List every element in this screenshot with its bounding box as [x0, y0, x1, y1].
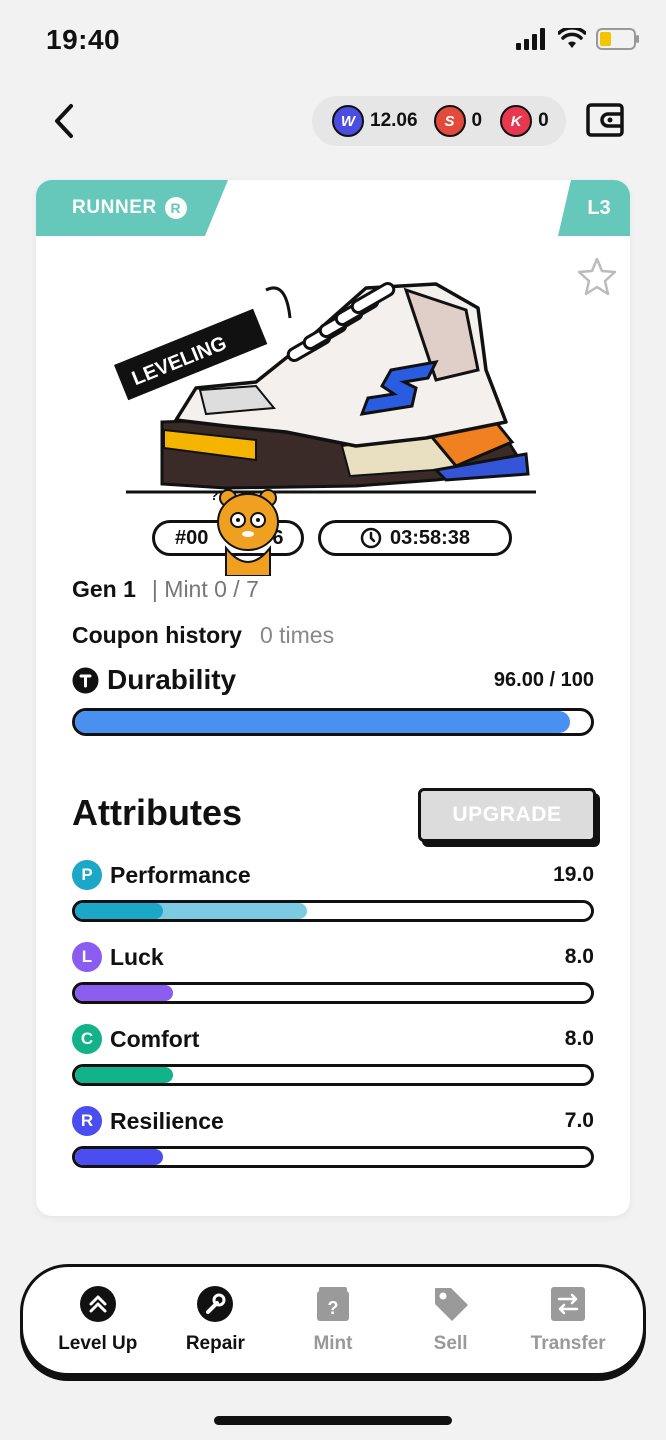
status-bar: 19:40	[0, 0, 666, 80]
durability-icon	[72, 667, 99, 693]
luck-label: Luck	[110, 943, 164, 970]
luck-badge-icon: L	[72, 942, 102, 972]
performance-label: Performance	[110, 861, 251, 888]
wallet-icon	[586, 103, 624, 137]
durability-value: 96.00 / 100	[493, 668, 594, 691]
mint-count: | Mint 0 / 7	[151, 576, 259, 602]
resilience-label: Resilience	[110, 1107, 224, 1134]
token-balance-pill[interactable]: W 12.06 S 0 K 0	[312, 96, 566, 146]
svg-text:?: ?	[210, 487, 219, 503]
comfort-value: 8.0	[564, 1027, 594, 1050]
back-button[interactable]	[44, 98, 84, 144]
attribute-row-comfort: C Comfort 8.0	[72, 1024, 594, 1054]
token-kgt: K 0	[500, 105, 549, 137]
transfer-button[interactable]: Transfer	[513, 1285, 623, 1355]
comfort-bar-fill	[75, 1067, 174, 1083]
mint-button[interactable]: ? Mint	[278, 1285, 388, 1355]
gen-mint-row: Gen 1 | Mint 0 / 7	[72, 576, 259, 603]
token-gmt: W 12.06	[332, 105, 418, 137]
transfer-label: Transfer	[530, 1333, 606, 1354]
wifi-icon	[558, 28, 586, 48]
repair-label: Repair	[185, 1333, 245, 1354]
cooldown-timer-pill: 03:58:38	[318, 520, 512, 556]
k-coin-icon: K	[500, 105, 533, 137]
sneaker-type-tag: RUNNER R	[36, 180, 228, 236]
resilience-value: 7.0	[564, 1109, 594, 1132]
level-up-icon	[79, 1286, 116, 1322]
coupon-history-row: Coupon history 0 times	[72, 622, 334, 649]
wrench-icon	[197, 1286, 234, 1322]
mascot-bear-image: ?	[210, 487, 279, 576]
performance-badge-icon: P	[72, 860, 102, 890]
tag-icon	[434, 1288, 468, 1321]
star-icon	[577, 257, 617, 296]
level-tag: L3	[558, 180, 630, 236]
action-bar: Level Up Repair ? Mint Sell Transfer	[20, 1264, 646, 1376]
svg-text:?: ?	[327, 1298, 338, 1318]
level-up-label: Level Up	[58, 1333, 138, 1354]
token-gmt-value: 12.06	[370, 110, 418, 131]
sneaker-type-label: RUNNER	[72, 197, 157, 218]
mint-label: Mint	[313, 1333, 353, 1354]
performance-bar	[72, 900, 594, 922]
coupon-history-value: 0 times	[259, 622, 335, 648]
rarity-badge: R	[164, 197, 187, 219]
resilience-bar	[72, 1146, 594, 1168]
attributes-title: Attributes	[72, 792, 242, 833]
comfort-bar	[72, 1064, 594, 1086]
durability-bar	[72, 708, 594, 736]
favorite-button[interactable]	[576, 256, 618, 296]
attribute-row-performance: P Performance 19.0	[72, 860, 594, 890]
token-sgt: S 0	[433, 105, 483, 137]
token-sgt-value: 0	[471, 110, 483, 131]
chevron-left-icon	[55, 104, 73, 138]
transfer-icon	[551, 1287, 586, 1321]
status-icons	[516, 28, 640, 50]
sneaker-id: #00	[175, 526, 209, 549]
durability-bar-fill	[75, 711, 571, 733]
gen-label: Gen 1	[72, 576, 136, 602]
resilience-badge-icon: R	[72, 1106, 102, 1136]
comfort-badge-icon: C	[72, 1024, 102, 1054]
token-kgt-value: 0	[538, 110, 549, 131]
durability-label: Durability	[107, 664, 237, 695]
comfort-label: Comfort	[110, 1025, 200, 1052]
luck-value: 8.0	[564, 945, 594, 968]
performance-bar-fill	[75, 903, 163, 919]
status-time: 19:40	[46, 24, 121, 55]
sell-button[interactable]: Sell	[396, 1285, 506, 1355]
level-up-button[interactable]: Level Up	[43, 1285, 153, 1355]
s-coin-icon: S	[433, 105, 466, 137]
sell-label: Sell	[433, 1333, 468, 1354]
sneaker-card: RUNNER R L3 LEVELING #00 6 03:58:38 ? Ge…	[36, 180, 630, 1216]
wallet-button[interactable]	[586, 102, 624, 138]
cooldown-timer: 03:58:38	[389, 526, 471, 549]
upgrade-button[interactable]: UPGRADE	[418, 788, 596, 842]
durability-row: Durability 96.00 / 100	[72, 664, 594, 696]
repair-button[interactable]: Repair	[160, 1285, 270, 1355]
coupon-history-label: Coupon history	[72, 622, 242, 648]
battery-icon	[596, 28, 639, 50]
home-indicator	[214, 1416, 452, 1425]
w-coin-icon: W	[332, 105, 364, 137]
attribute-row-resilience: R Resilience 7.0	[72, 1106, 594, 1136]
performance-value: 19.0	[553, 863, 594, 886]
resilience-bar-fill	[75, 1149, 163, 1165]
mint-box-icon: ?	[316, 1287, 349, 1321]
signal-icon	[516, 28, 545, 50]
luck-bar-fill	[75, 985, 174, 1001]
clock-icon	[360, 527, 382, 549]
attribute-row-luck: L Luck 8.0	[72, 942, 594, 972]
luck-bar	[72, 982, 594, 1004]
